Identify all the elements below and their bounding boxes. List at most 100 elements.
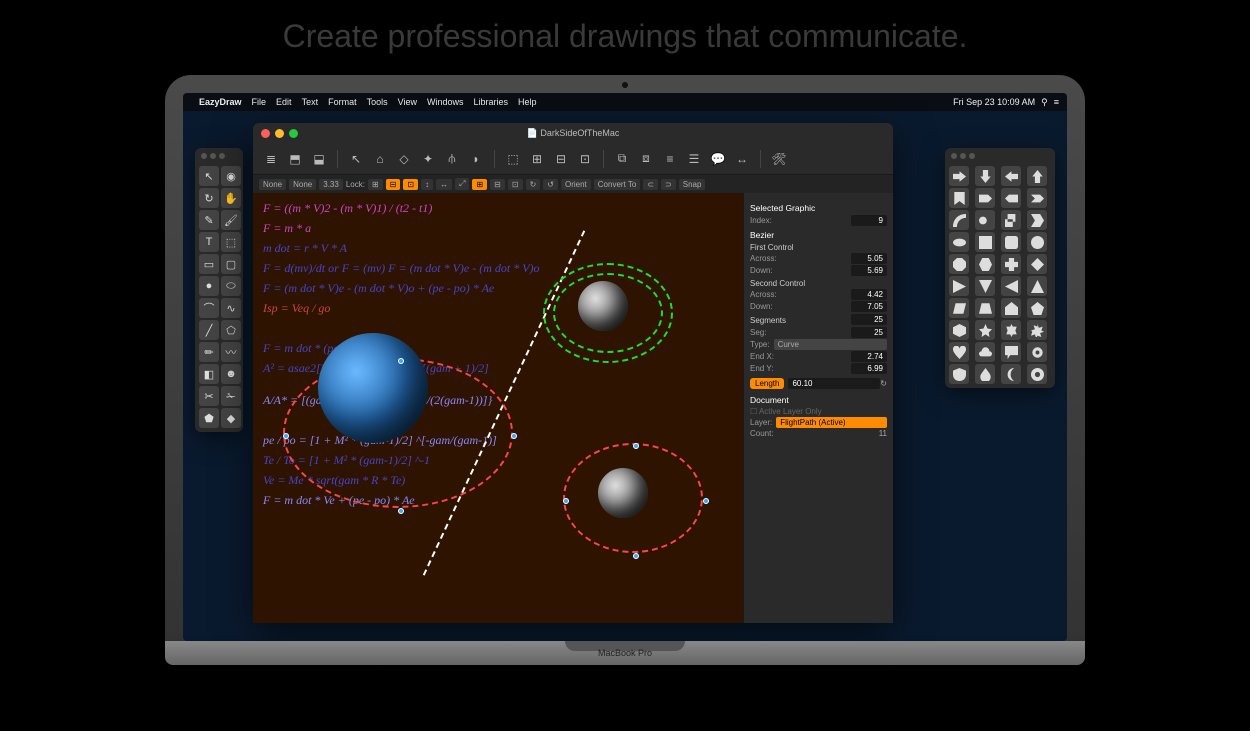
document-window[interactable]: 📄 DarkSideOfTheMac ≣ ⬒ ⬓ ↖ ⌂ ◇ ✦ ⫛ ◗: [253, 123, 893, 623]
shape-cloud-icon[interactable]: [975, 342, 995, 362]
shape-ring-icon[interactable]: [1027, 364, 1047, 384]
sb-snap[interactable]: Snap: [679, 179, 706, 190]
sb-dash[interactable]: None: [289, 179, 316, 190]
bezier-handle[interactable]: [633, 553, 639, 559]
index-value[interactable]: 9: [851, 215, 887, 226]
bezier-handle[interactable]: [511, 433, 517, 439]
menu-app[interactable]: EazyDraw: [199, 97, 242, 107]
moon-graphic-2[interactable]: [598, 468, 648, 518]
control-center-icon[interactable]: ≡: [1054, 97, 1059, 107]
bezier-handle[interactable]: [563, 498, 569, 504]
type-select[interactable]: Curve: [774, 339, 887, 350]
length-value[interactable]: 60.10: [788, 378, 880, 389]
earth-graphic[interactable]: [318, 333, 428, 443]
arrow-down-icon[interactable]: [975, 166, 995, 186]
menu-format[interactable]: Format: [328, 97, 357, 107]
menu-windows[interactable]: Windows: [427, 97, 464, 107]
tool-hand[interactable]: ✋: [221, 188, 241, 208]
tool-brush[interactable]: 🖌: [221, 210, 241, 230]
zoom-icon[interactable]: [289, 129, 298, 138]
tool-pointer[interactable]: ↖: [199, 166, 219, 186]
sb-orient[interactable]: Orient: [561, 179, 591, 190]
tb-pointer[interactable]: ↖: [346, 149, 366, 169]
shape-diamond-icon[interactable]: [1027, 254, 1047, 274]
shape-tri-down-icon[interactable]: [975, 276, 995, 296]
tb-group[interactable]: ⧉: [612, 149, 632, 169]
shape-circle-icon[interactable]: [1027, 232, 1047, 252]
tool-head[interactable]: ☻: [221, 364, 241, 384]
tb-tools[interactable]: 🛠: [769, 149, 789, 169]
shape-gear-icon[interactable]: [1027, 342, 1047, 362]
tb-shape1[interactable]: ◇: [394, 149, 414, 169]
shape-chevron-icon[interactable]: [1027, 188, 1047, 208]
endx-value[interactable]: 2.74: [851, 351, 887, 362]
menu-tools[interactable]: Tools: [367, 97, 388, 107]
tool-spiral[interactable]: ◉: [221, 166, 241, 186]
across2-value[interactable]: 4.42: [851, 289, 887, 300]
tool-line[interactable]: ╱: [199, 320, 219, 340]
sb-lock2[interactable]: ⊟: [386, 179, 401, 190]
minimize-icon[interactable]: [275, 129, 284, 138]
arrow-right-icon[interactable]: [949, 166, 969, 186]
menu-view[interactable]: View: [398, 97, 417, 107]
close-icon[interactable]: [261, 129, 270, 138]
shape-subtract-icon[interactable]: [1027, 210, 1047, 230]
active-layer-checkbox[interactable]: ☐ Active Layer Only: [750, 407, 822, 416]
shape-drop-icon[interactable]: [975, 364, 995, 384]
shape-intersect-icon[interactable]: [1001, 210, 1021, 230]
shape-house-icon[interactable]: [1001, 298, 1021, 318]
sb-scale[interactable]: 3.33: [319, 179, 343, 190]
sb-convert[interactable]: Convert To: [594, 179, 641, 190]
tool-bezier[interactable]: ∿: [221, 298, 241, 318]
shape-star5-icon[interactable]: [975, 320, 995, 340]
shape-octagon-icon[interactable]: [949, 254, 969, 274]
sb-a4[interactable]: ↕: [421, 179, 433, 190]
bezier-handle[interactable]: [398, 358, 404, 364]
shape-heart-icon[interactable]: [949, 342, 969, 362]
tb-back[interactable]: ⬒: [285, 149, 305, 169]
shape-square-icon[interactable]: [975, 232, 995, 252]
menu-text[interactable]: Text: [302, 97, 319, 107]
tool-circle[interactable]: ●: [199, 276, 219, 296]
refresh-icon[interactable]: ↻: [880, 379, 887, 388]
shapes-palette[interactable]: [945, 148, 1055, 388]
tb-home[interactable]: ⌂: [370, 149, 390, 169]
tb-dim[interactable]: ↔: [732, 149, 752, 169]
shape-para-icon[interactable]: [949, 298, 969, 318]
shape-shield-icon[interactable]: [949, 364, 969, 384]
tool-ellipse[interactable]: ⬭: [221, 276, 241, 296]
tool-marquee[interactable]: ⬚: [221, 232, 241, 252]
layer-select[interactable]: FlightPath (Active): [776, 417, 887, 428]
sb-a6[interactable]: ⤢: [455, 178, 469, 190]
shape-star6-icon[interactable]: [1001, 320, 1021, 340]
tool-rotate[interactable]: ↻: [199, 188, 219, 208]
menu-help[interactable]: Help: [518, 97, 537, 107]
bezier-handle[interactable]: [398, 508, 404, 514]
bezier-handle[interactable]: [633, 443, 639, 449]
tb-speech[interactable]: 💬: [708, 149, 728, 169]
bezier-handle[interactable]: [283, 433, 289, 439]
tool-shape[interactable]: ⬟: [199, 408, 219, 428]
shape-moon-icon[interactable]: [1001, 364, 1021, 384]
shape-curve-icon[interactable]: [949, 210, 969, 230]
sb-a11[interactable]: ↺: [543, 179, 558, 190]
shape-hex2-icon[interactable]: [949, 320, 969, 340]
arrow-up-icon[interactable]: [1027, 166, 1047, 186]
seg-value[interactable]: 25: [851, 327, 887, 338]
tb-align4[interactable]: ⊡: [575, 149, 595, 169]
shape-pentagon-icon[interactable]: [1027, 298, 1047, 318]
tool-roundrect[interactable]: ▢: [221, 254, 241, 274]
window-titlebar[interactable]: 📄 DarkSideOfTheMac: [253, 123, 893, 143]
shape-speech-icon[interactable]: [1001, 342, 1021, 362]
arrow-left-icon[interactable]: [1001, 166, 1021, 186]
sb-lock1[interactable]: ⊞: [368, 179, 383, 190]
segments-value[interactable]: 25: [851, 314, 887, 325]
tool-pencil[interactable]: ✏: [199, 342, 219, 362]
tb-list[interactable]: ☰: [684, 149, 704, 169]
tool-eraser[interactable]: ◧: [199, 364, 219, 384]
sb-smooth[interactable]: None: [259, 179, 286, 190]
shape-trap-icon[interactable]: [975, 298, 995, 318]
endy-value[interactable]: 6.99: [851, 363, 887, 374]
tool-crop[interactable]: ✂: [199, 386, 219, 406]
moon-graphic-1[interactable]: [578, 281, 628, 331]
